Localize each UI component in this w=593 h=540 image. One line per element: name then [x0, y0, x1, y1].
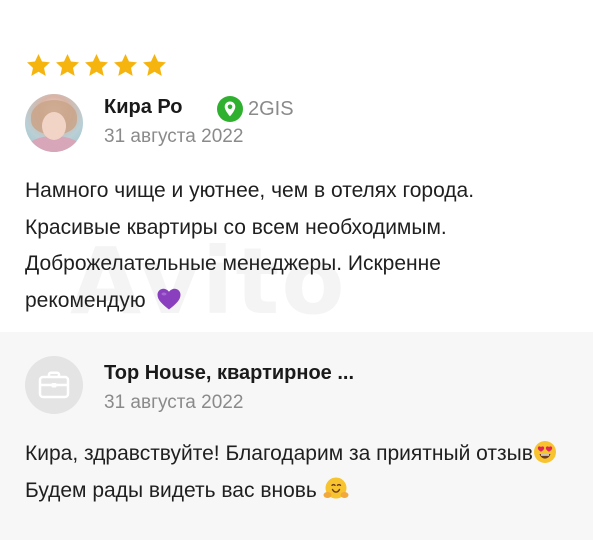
- review-date: 31 августа 2022: [104, 126, 244, 147]
- star-icon: [114, 54, 137, 76]
- business-name: Top House, квартирное ...: [104, 362, 355, 384]
- reply-text-part1: Кира, здравствуйте! Благодарим за приятн…: [25, 442, 533, 465]
- business-avatar: [25, 356, 83, 414]
- heart-eyes-emoji-icon: [533, 441, 556, 463]
- reviewer-name: Кира Ро: [104, 96, 183, 118]
- star-icon: [27, 54, 50, 76]
- reviewer-avatar: [25, 94, 83, 152]
- review-text-block: Намного чище и уютнее, чем в отелях горо…: [25, 173, 565, 319]
- star-icon: [56, 54, 79, 76]
- purple-heart-icon: [157, 288, 181, 309]
- rating-stars: [25, 52, 168, 79]
- 2gis-logo-icon: [217, 96, 243, 122]
- source-label: 2GIS: [248, 97, 294, 120]
- review-section: Кира Ро 2GIS 31 августа 2022 Намного чищ…: [0, 0, 593, 332]
- reply-text-block: Кира, здравствуйте! Благодарим за приятн…: [25, 436, 565, 509]
- hugging-face-emoji-icon: [323, 477, 349, 498]
- review-card: Avito Кира Ро 2GIS 31 августа 2022 Намно…: [0, 0, 593, 540]
- briefcase-icon: [38, 371, 70, 399]
- reply-text-part2: Будем рады видеть вас вновь: [25, 478, 323, 502]
- reply-date: 31 августа 2022: [104, 392, 244, 413]
- review-text: Намного чище и уютнее, чем в отелях горо…: [25, 179, 475, 312]
- star-icon: [85, 54, 108, 76]
- owner-reply-section: Top House, квартирное ... 31 августа 202…: [0, 332, 593, 540]
- star-icon: [143, 54, 166, 76]
- review-source: 2GIS: [216, 95, 294, 123]
